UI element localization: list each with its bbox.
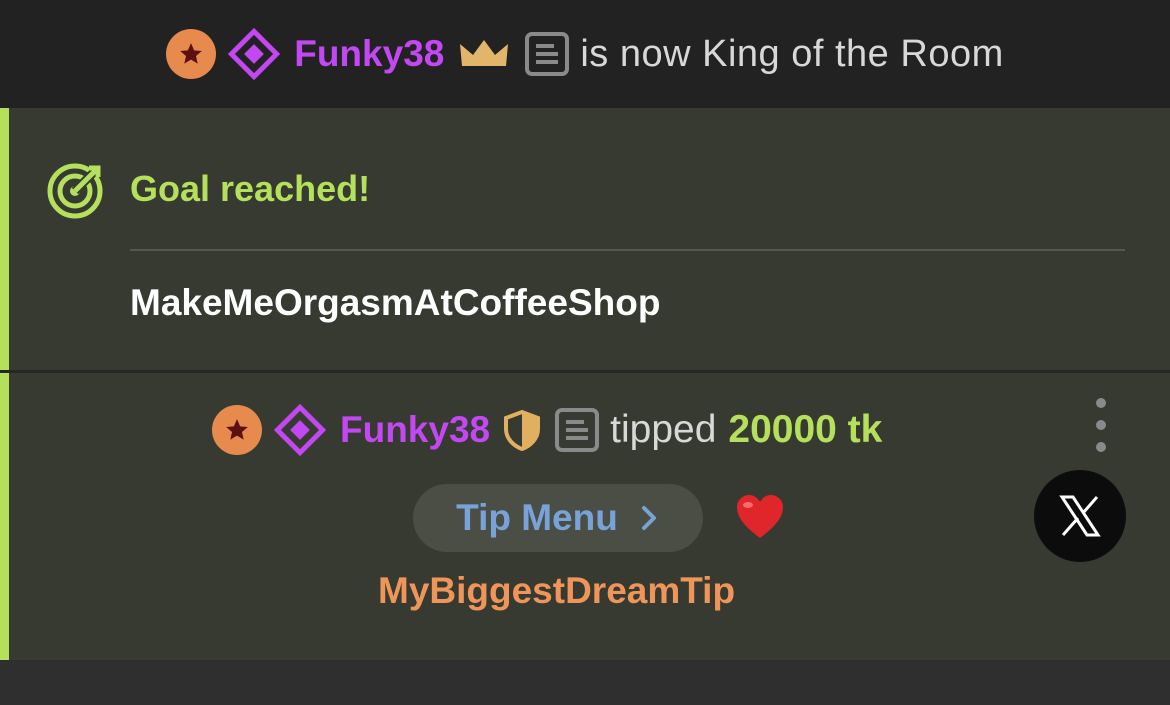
king-username[interactable]: Funky38 [294,33,444,75]
tip-username[interactable]: Funky38 [340,409,490,451]
heart-icon [737,495,783,538]
king-message: is now King of the Room [580,32,1004,75]
star-badge-icon [166,29,217,79]
goal-accent-bar [0,108,9,371]
target-icon [47,163,103,219]
goal-panel [0,108,1170,371]
chevron-right-icon [641,506,656,530]
star-badge-icon [212,405,262,455]
goal-title: Goal reached! [130,168,371,209]
more-options-icon[interactable] [1086,398,1116,452]
tip-menu-label: Tip Menu [456,497,618,538]
tip-amount: 20000 tk [728,408,883,451]
goal-divider [130,249,1125,251]
diamond-icon [228,27,281,81]
diamond-icon [273,403,327,457]
x-logo-icon[interactable] [1034,470,1126,562]
chat-footer-strip [0,660,1170,705]
document-icon[interactable] [554,407,600,453]
king-banner: Funky38 is now King of the Room [0,0,1170,108]
crown-icon [460,40,509,66]
tip-line: Funky38 tipped 20000 tk [212,398,882,462]
goal-name: MakeMeOrgasmAtCoffeeShop [130,282,661,323]
document-icon[interactable] [524,31,570,77]
tip-menu-button[interactable]: Tip Menu [413,484,703,552]
tip-item-name: MyBiggestDreamTip [378,570,736,611]
tip-accent-bar [0,373,9,660]
tip-verb: tipped [610,408,717,451]
shield-icon [504,409,541,451]
